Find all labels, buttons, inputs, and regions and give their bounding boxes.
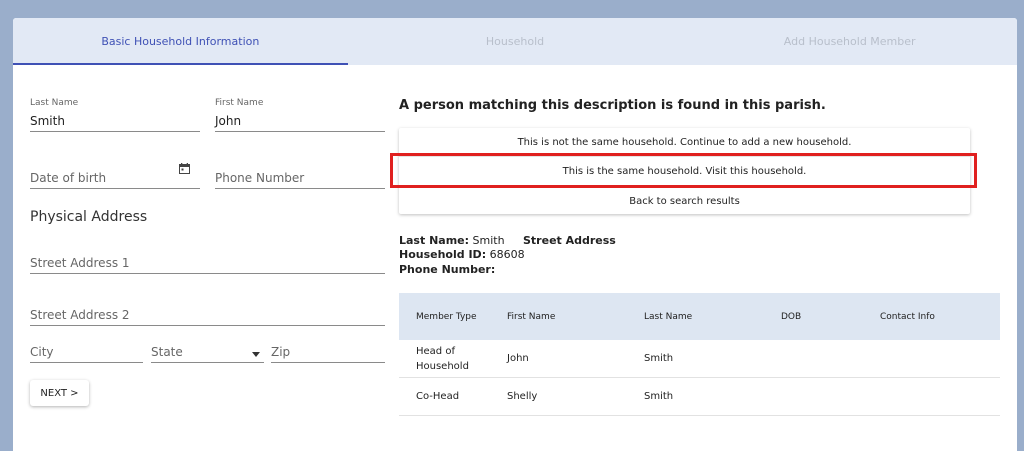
date-of-birth-field[interactable]: Date of birth [30,163,200,189]
step-household[interactable]: Household [348,18,683,65]
phone-number-placeholder: Phone Number [215,171,305,185]
last-name-field[interactable]: Last Name Smith [30,98,200,132]
household-id-value: 68608 [489,248,525,261]
match-title: A person matching this description is fo… [399,98,826,113]
step-add-household-member[interactable]: Add Household Member [682,18,1017,65]
household-last-name: Last Name: Smith [399,234,505,247]
next-button[interactable]: NEXT > [30,380,89,406]
city-placeholder: City [30,345,54,359]
table-header: Member Type First Name Last Name DOB Con… [399,293,1000,340]
highlight-box [390,153,977,188]
back-to-search-results-option[interactable]: Back to search results [399,187,970,215]
chevron-down-icon[interactable] [252,352,260,357]
member-type-cell: Co-Head [416,391,460,402]
first-name-label: First Name [215,98,264,108]
street-address-1-placeholder: Street Address 1 [30,256,130,270]
street-address-2-placeholder: Street Address 2 [30,308,130,322]
household-id-label: Household ID: [399,248,487,261]
street-address-1-field[interactable]: Street Address 1 [30,248,385,274]
calendar-icon[interactable] [179,163,190,174]
household-id: Household ID: 68608 [399,248,525,261]
first-name-value: John [215,114,242,128]
last-name-cell: Smith [644,391,674,402]
header-dob: DOB [781,311,802,322]
state-placeholder: State [151,345,183,359]
last-name-value: Smith [30,114,65,128]
header-last-name: Last Name [644,311,693,322]
member-type-cell: Head of Household [416,345,469,372]
street-address-label: Street Address [523,234,616,247]
last-name-cell: Smith [644,353,674,364]
first-name-cell: John [507,353,529,364]
stepper: Basic Household Information Household Ad… [13,18,1017,65]
state-select[interactable]: State [151,338,264,363]
zip-placeholder: Zip [271,345,291,359]
household-phone: Phone Number: [399,263,495,276]
last-name-label: Last Name [30,98,79,108]
street-address-2-field[interactable]: Street Address 2 [30,300,385,326]
household-street-address: Street Address [523,234,616,247]
header-first-name: First Name [507,311,556,322]
first-name-cell: Shelly [507,391,538,402]
members-table: Member Type First Name Last Name DOB Con… [399,293,1000,416]
physical-address-title: Physical Address [30,209,148,225]
last-name-value: Smith [472,234,505,247]
phone-number-label: Phone Number: [399,263,496,276]
city-field[interactable]: City [30,338,143,363]
last-name-label: Last Name: [399,234,470,247]
header-member-type: Member Type [416,311,477,322]
zip-field[interactable]: Zip [271,338,385,363]
phone-number-field[interactable]: Phone Number [215,163,385,189]
date-of-birth-placeholder: Date of birth [30,171,107,185]
header-contact-info: Contact Info [880,311,935,322]
table-row[interactable]: Head of Household John Smith [399,340,1000,378]
first-name-field[interactable]: First Name John [215,98,385,132]
main-card: Basic Household Information Household Ad… [13,18,1017,451]
table-row[interactable]: Co-Head Shelly Smith [399,378,1000,416]
step-basic-household-information[interactable]: Basic Household Information [13,18,348,65]
